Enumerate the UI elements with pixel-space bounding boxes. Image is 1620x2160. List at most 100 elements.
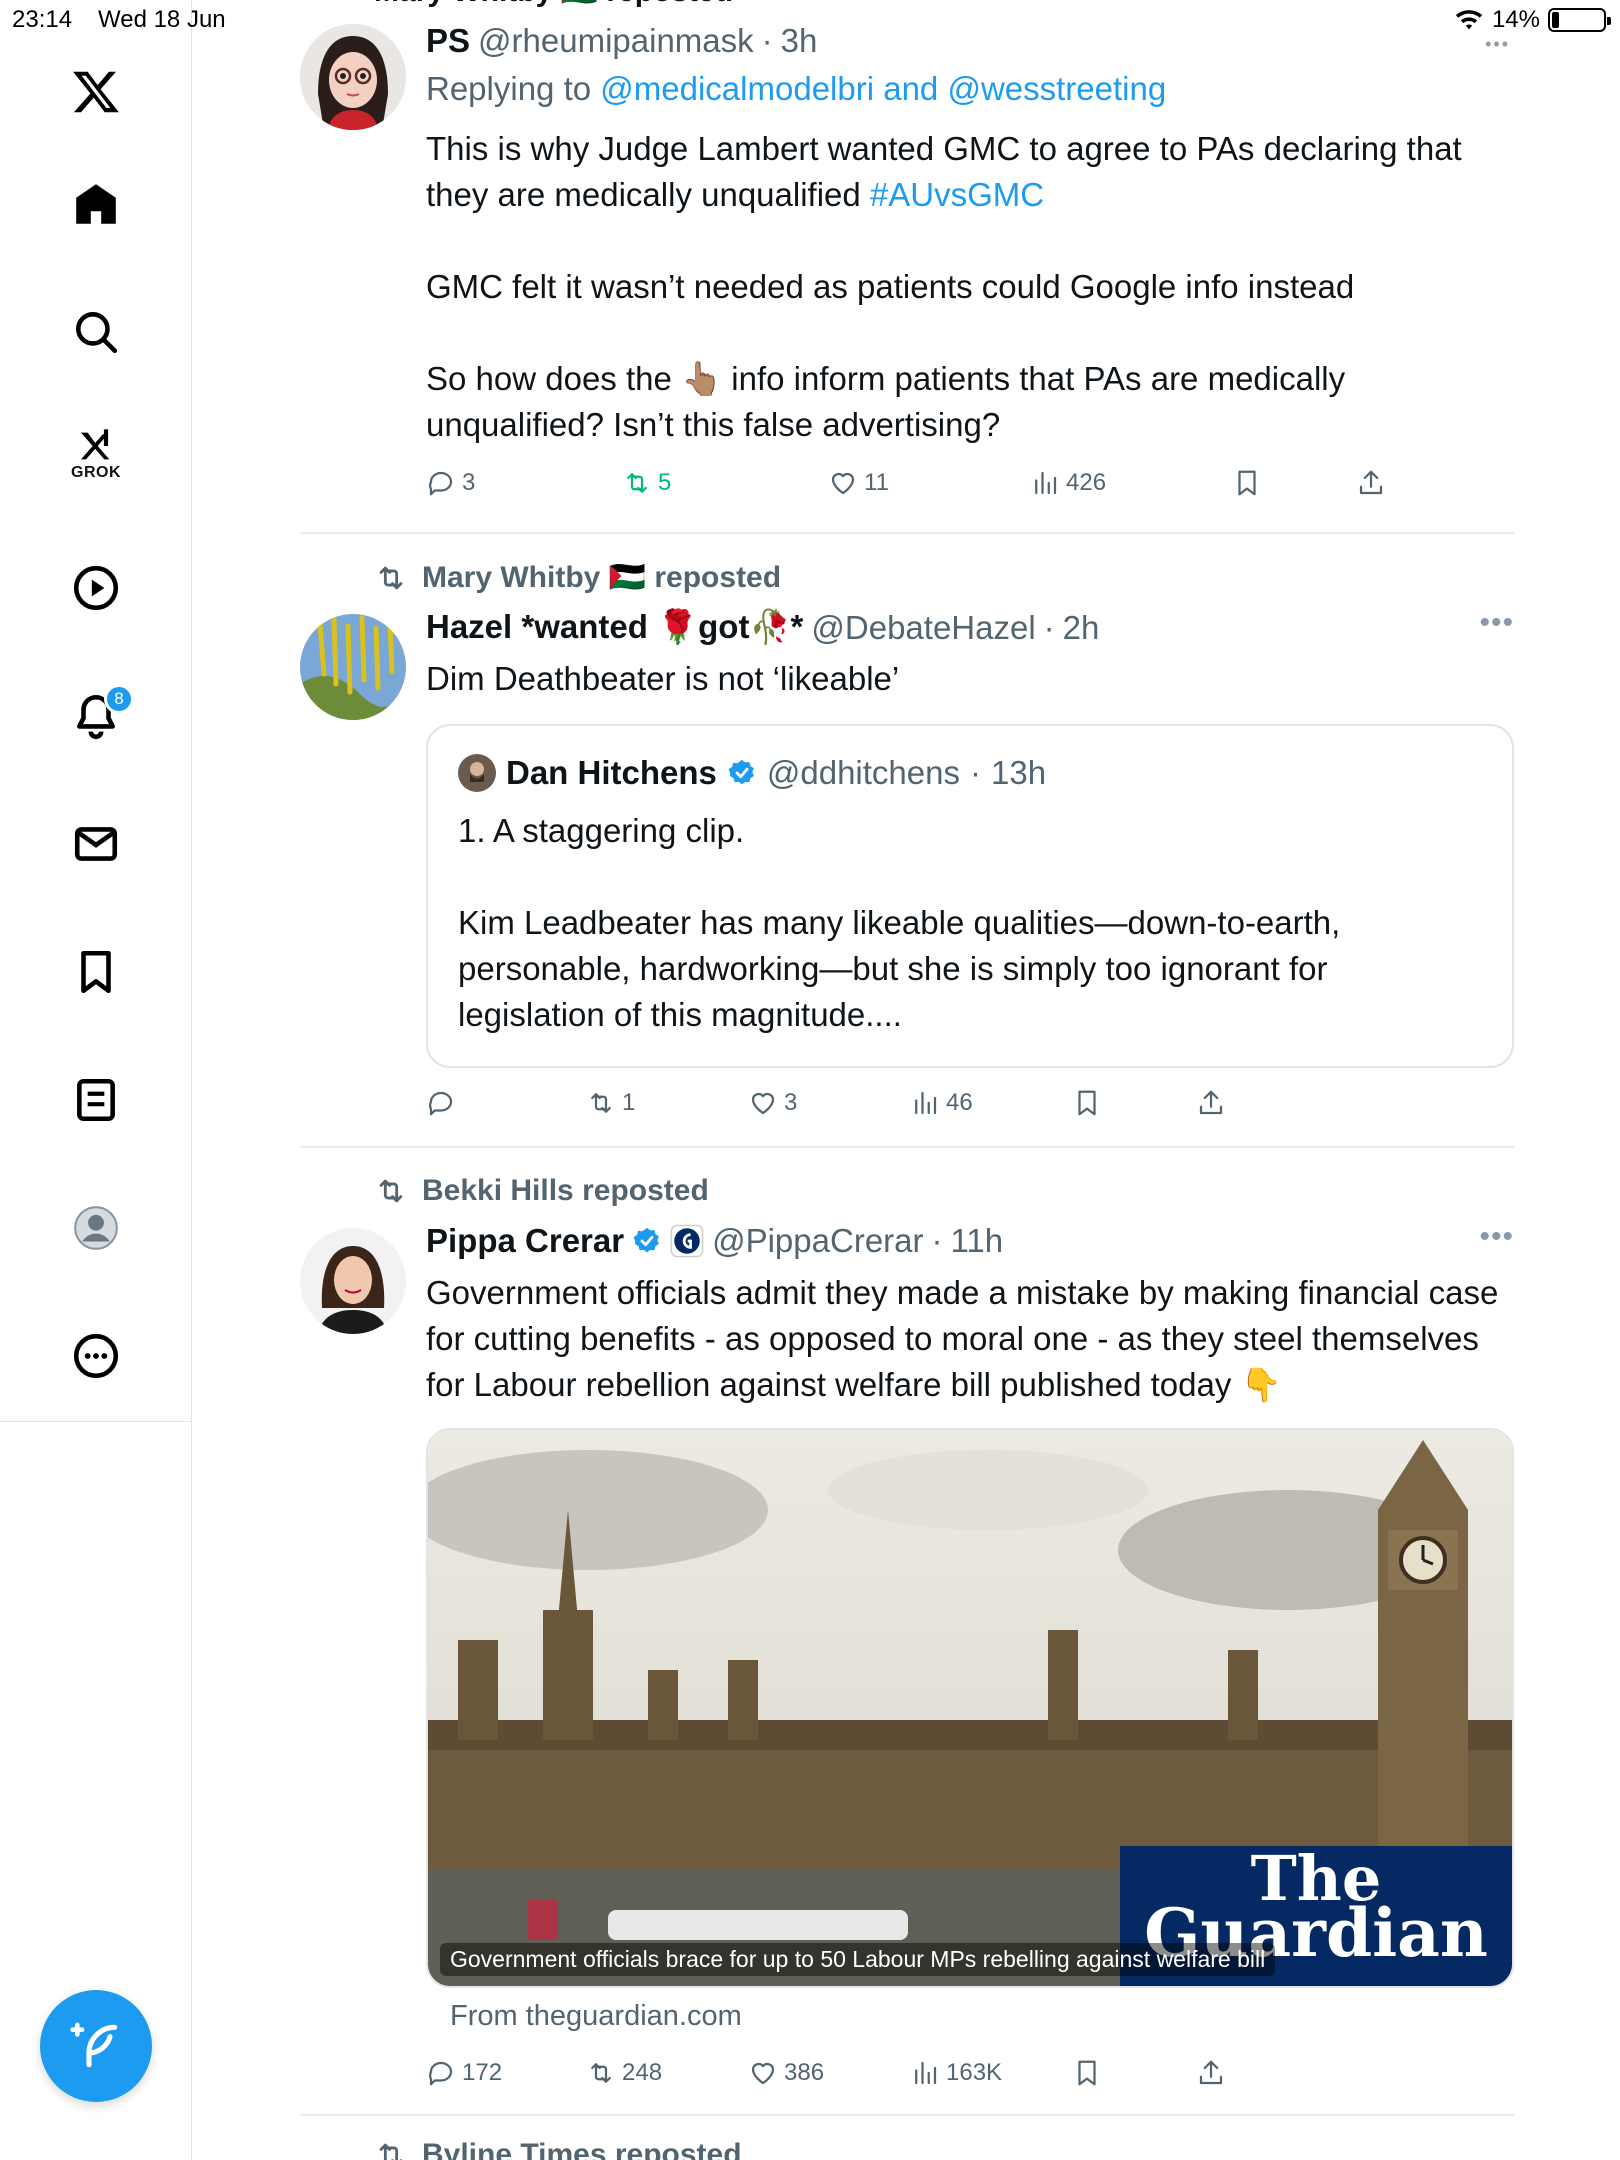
messages-icon[interactable] <box>56 804 136 884</box>
notifications-icon[interactable]: 8 <box>56 676 136 756</box>
compose-icon <box>70 2022 118 2068</box>
lists-icon[interactable] <box>56 1060 136 1140</box>
reply-icon <box>429 1091 453 1116</box>
bookmarks-icon[interactable] <box>56 932 136 1012</box>
views-button[interactable]: 46 <box>910 1088 973 1118</box>
pointing-down-emoji: 👇 <box>1240 1366 1282 1403</box>
reply-icon <box>429 2061 453 2086</box>
post-pippa[interactable]: Bekki Hills reposted Pippa Crerar @Pippa… <box>300 1174 1514 2114</box>
post-ps[interactable]: PS @rheumipainmask · 3h Replying to @med… <box>300 22 1514 522</box>
more-options-button[interactable]: ••• <box>1479 606 1514 640</box>
post-actions: 1 3 46 <box>426 1088 1506 1128</box>
post-header: Hazel *wanted 🌹got🥀* @DebateHazel · 2h <box>426 608 1100 647</box>
repost-icon <box>627 473 647 493</box>
wifi-icon <box>1455 10 1483 30</box>
sidebar-divider <box>191 1422 192 2160</box>
like-button[interactable]: 386 <box>748 2058 824 2088</box>
post-header: Pippa Crerar @PippaCrerar · 11h <box>426 1222 1004 1260</box>
author-handle[interactable]: @PippaCrerar <box>712 1222 923 1260</box>
author-name[interactable]: Hazel *wanted 🌹got🥀* <box>426 608 803 647</box>
pointing-up-emoji: 👆🏽 <box>681 360 723 397</box>
bookmark-button[interactable] <box>1072 2058 1102 2088</box>
views-button[interactable]: 426 <box>1030 468 1106 498</box>
share-icon <box>1359 470 1383 495</box>
avatar[interactable] <box>300 614 406 720</box>
grok-icon[interactable]: GROK <box>56 414 136 494</box>
post-time[interactable]: 2h <box>1063 609 1100 647</box>
quote-time: 13h <box>991 754 1047 791</box>
repost-small-icon <box>379 566 403 589</box>
more-options-button[interactable]: ••• <box>1479 1220 1514 1254</box>
heart-icon <box>751 2062 775 2085</box>
share-button[interactable] <box>1196 1088 1226 1118</box>
replying-to-link[interactable]: @medicalmodelbri and @wesstreeting <box>600 70 1166 107</box>
repost-button[interactable]: 1 <box>586 1088 635 1118</box>
status-bar: 23:14 Wed 18 Jun 14% <box>0 0 1620 40</box>
post-text: This is why Judge Lambert wanted GMC to … <box>426 130 1462 443</box>
status-time: 23:14 <box>12 6 73 33</box>
search-icon[interactable] <box>56 292 136 372</box>
reply-button[interactable] <box>426 1088 462 1118</box>
post-text: Government officials admit they made a m… <box>426 1274 1499 1403</box>
replying-line: Replying to @medicalmodelbri and @wesstr… <box>426 70 1167 107</box>
bookmark-button[interactable] <box>1072 1088 1102 1118</box>
heart-icon <box>751 1092 775 1115</box>
repost-icon <box>591 1093 611 1113</box>
link-source[interactable]: From theguardian.com <box>450 2000 742 2033</box>
home-icon[interactable] <box>56 164 136 244</box>
post-actions: 172 248 386 163K <box>426 2058 1506 2098</box>
post-divider <box>300 2114 1514 2116</box>
repost-button[interactable]: 248 <box>586 2058 662 2088</box>
hashtag-link[interactable]: #AUvsGMC <box>870 176 1044 213</box>
post-divider <box>300 1146 1514 1148</box>
x-logo-icon[interactable] <box>56 52 136 132</box>
author-name[interactable]: Pippa Crerar <box>426 1222 624 1260</box>
reply-button[interactable]: 3 <box>426 468 475 498</box>
share-button[interactable] <box>1356 468 1386 498</box>
repost-indicator: Mary Whitby 🇵🇸 reposted <box>374 560 781 595</box>
video-icon[interactable] <box>56 548 136 628</box>
status-date: Wed 18 Jun <box>98 6 226 33</box>
grok-label: GROK <box>71 464 121 481</box>
post-text: Dim Deathbeater is not ‘likeable’ <box>426 660 900 697</box>
bookmark-button[interactable] <box>1232 468 1262 498</box>
quoted-post[interactable]: Dan Hitchens @ddhitchens · 13h 1. A stag… <box>426 724 1514 1068</box>
post-hazel[interactable]: Mary Whitby 🇵🇸 reposted Hazel *wanted 🌹g… <box>300 560 1514 1140</box>
quote-header: Dan Hitchens @ddhitchens · 13h <box>458 754 1046 792</box>
views-button[interactable]: 163K <box>910 2058 1002 2088</box>
bookmark-icon <box>1078 2060 1096 2086</box>
reply-button[interactable]: 172 <box>426 2058 502 2088</box>
bookmark-icon <box>1238 470 1256 496</box>
quote-author-handle[interactable]: @ddhitchens <box>767 754 960 792</box>
guardian-affiliate-icon <box>670 1224 704 1258</box>
post-actions: 3 5 11 426 <box>426 468 1506 508</box>
profile-icon[interactable] <box>56 1188 136 1268</box>
status-right: 14% <box>1454 6 1611 34</box>
reply-icon <box>429 471 453 496</box>
compose-button[interactable] <box>40 1990 152 2102</box>
bookmark-icon <box>1078 1090 1096 1116</box>
sidebar: GROK 8 <box>0 0 192 1422</box>
battery-icon <box>1548 8 1611 32</box>
post-divider <box>300 532 1514 534</box>
share-icon <box>1199 1090 1223 1115</box>
repost-indicator: Bekki Hills reposted <box>374 1174 709 1208</box>
link-card-image[interactable]: The Guardian Government officials brace … <box>426 1428 1514 1988</box>
share-button[interactable] <box>1196 2058 1226 2088</box>
repost-line-partial-bottom: Byline Times reposted <box>374 2138 742 2160</box>
avatar[interactable] <box>458 754 496 792</box>
post-time[interactable]: 11h <box>951 1222 1004 1260</box>
author-handle[interactable]: @DebateHazel <box>811 609 1035 647</box>
views-icon <box>915 1091 937 1115</box>
heart-icon <box>831 472 855 495</box>
repost-button[interactable]: 5 <box>622 468 671 498</box>
quote-author-name[interactable]: Dan Hitchens <box>506 754 717 792</box>
more-icon[interactable] <box>56 1316 136 1396</box>
like-button[interactable]: 3 <box>748 1088 797 1118</box>
notifications-badge: 8 <box>104 684 134 714</box>
like-button[interactable]: 11 <box>828 468 889 498</box>
views-icon <box>915 2061 937 2085</box>
avatar[interactable] <box>300 1228 406 1334</box>
views-icon <box>1035 471 1057 495</box>
battery-percent: 14% <box>1491 6 1540 33</box>
